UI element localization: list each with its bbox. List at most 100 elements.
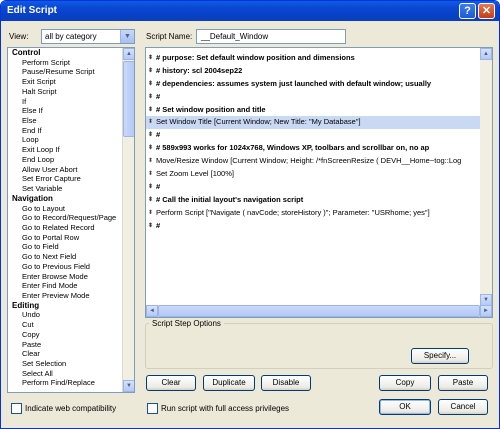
steps-scroll-thumb[interactable] <box>123 61 134 137</box>
script-name-value: __Default_Window <box>201 32 269 41</box>
step-item[interactable]: Allow User Abort <box>8 165 122 175</box>
step-item[interactable]: End Loop <box>8 155 122 165</box>
script-line-text: # Set window position and title <box>156 104 266 114</box>
move-handle-icon[interactable]: ⬍ <box>148 65 153 78</box>
script-line[interactable]: ⬍ # <box>146 91 492 104</box>
help-icon[interactable]: ? <box>459 3 476 19</box>
full-access-label: Run script with full access privileges <box>161 404 290 413</box>
ok-button[interactable]: OK <box>379 399 431 415</box>
scroll-up-icon[interactable]: ▲ <box>123 48 134 60</box>
move-handle-icon[interactable]: ⬍ <box>148 142 153 155</box>
chevron-down-icon[interactable]: ▼ <box>120 30 134 43</box>
scroll-right-icon[interactable]: ► <box>480 305 492 317</box>
specify-button[interactable]: Specify... <box>411 348 469 364</box>
script-editor[interactable]: ⬍ # purpose: Set default window position … <box>145 47 493 318</box>
move-handle-icon[interactable]: ⬍ <box>148 155 153 168</box>
step-item[interactable]: Select All <box>8 369 122 379</box>
move-handle-icon[interactable]: ⬍ <box>148 129 153 142</box>
move-handle-icon[interactable]: ⬍ <box>148 116 153 129</box>
step-item[interactable]: Pause/Resume Script <box>8 67 122 77</box>
script-line[interactable]: ⬍ # Set window position and title <box>146 104 492 117</box>
cancel-button[interactable]: Cancel <box>438 399 488 415</box>
script-steps-list[interactable]: Control Perform Script Pause/Resume Script… <box>7 47 135 393</box>
script-line[interactable]: ⬍ # <box>146 181 492 194</box>
step-item[interactable]: Go to Next Field <box>8 252 122 262</box>
script-line-text: # <box>156 91 161 101</box>
script-line[interactable]: ⬍ Set Window Title [Current Window; New T… <box>146 116 492 130</box>
step-item[interactable]: Undo <box>8 310 122 320</box>
step-item[interactable]: If <box>8 97 122 107</box>
title-bar[interactable]: Edit Script ? ✕ <box>1 1 499 21</box>
full-access-checkbox[interactable] <box>147 403 158 414</box>
script-line-text: # history: scl 2004sep22 <box>156 65 243 75</box>
script-line[interactable]: ⬍ # 589x993 works for 1024x768, Windows X… <box>146 142 492 155</box>
script-line[interactable]: ⬍ Move/Resize Window [Current Window; Hei… <box>146 155 492 168</box>
move-handle-icon[interactable]: ⬍ <box>148 91 153 104</box>
script-horizontal-scrollbar[interactable]: ◄ ► <box>146 305 492 317</box>
script-line-text: # purpose: Set default window position a… <box>156 53 355 62</box>
step-item[interactable]: Clear <box>8 349 122 359</box>
step-item[interactable]: Else <box>8 116 122 126</box>
step-item[interactable]: Perform Find/Replace <box>8 378 122 388</box>
script-lines: ⬍ # purpose: Set default window position … <box>146 52 492 232</box>
step-item[interactable]: Halt Script <box>8 87 122 97</box>
script-line[interactable]: ⬍ # Call the initial layout's navigation … <box>146 194 492 207</box>
web-compat-checkbox[interactable] <box>11 403 22 414</box>
script-line-text: # <box>156 181 161 191</box>
script-hscroll-thumb[interactable] <box>158 305 480 317</box>
step-item[interactable]: Go to Related Record <box>8 223 122 233</box>
duplicate-button[interactable]: Duplicate <box>203 375 255 391</box>
move-handle-icon[interactable]: ⬍ <box>148 52 153 65</box>
step-item[interactable]: Go to Layout <box>8 204 122 214</box>
step-item[interactable]: Perform Script <box>8 58 122 68</box>
move-handle-icon[interactable]: ⬍ <box>148 194 153 207</box>
step-item[interactable]: Enter Preview Mode <box>8 291 122 301</box>
script-name-field[interactable]: __Default_Window <box>196 29 346 44</box>
step-item[interactable]: Cut <box>8 320 122 330</box>
step-item[interactable]: Go to Field <box>8 242 122 252</box>
paste-button[interactable]: Paste <box>438 375 488 391</box>
step-item[interactable]: Go to Previous Field <box>8 262 122 272</box>
step-item[interactable]: Go to Portal Row <box>8 233 122 243</box>
step-item[interactable]: Copy <box>8 330 122 340</box>
script-line[interactable]: ⬍ # dependencies: assumes system just lau… <box>146 78 492 91</box>
scroll-left-icon[interactable]: ◄ <box>146 305 158 317</box>
move-handle-icon[interactable]: ⬍ <box>148 220 153 233</box>
step-item[interactable]: Exit Script <box>8 77 122 87</box>
step-item[interactable]: End If <box>8 126 122 136</box>
script-line[interactable]: ⬍ # purpose: Set default window position … <box>146 52 492 65</box>
step-item[interactable]: Set Error Capture <box>8 174 122 184</box>
script-line[interactable]: ⬍ Perform Script ["Navigate ( navCode; st… <box>146 207 492 220</box>
move-handle-icon[interactable]: ⬍ <box>148 207 153 220</box>
step-item[interactable]: Go to Record/Request/Page <box>8 213 122 223</box>
copy-button[interactable]: Copy <box>379 375 431 391</box>
script-line[interactable]: ⬍ # <box>146 129 492 142</box>
scroll-down-icon[interactable]: ▼ <box>123 380 134 392</box>
step-item[interactable]: Else If <box>8 106 122 116</box>
move-handle-icon[interactable]: ⬍ <box>148 181 153 194</box>
script-line-text: Set Window Title [Current Window; New Ti… <box>156 117 361 127</box>
move-handle-icon[interactable]: ⬍ <box>148 104 153 117</box>
step-item[interactable]: Loop <box>8 135 122 145</box>
step-item[interactable]: Exit Loop If <box>8 145 122 155</box>
script-vertical-scrollbar[interactable]: ▲ ▼ <box>480 48 492 306</box>
view-dropdown[interactable]: all by category ▼ <box>41 29 135 44</box>
step-category: Control <box>12 48 41 57</box>
close-icon[interactable]: ✕ <box>478 3 495 19</box>
script-line[interactable]: ⬍ Set Zoom Level [100%] <box>146 168 492 181</box>
step-item[interactable]: Set Selection <box>8 359 122 369</box>
move-handle-icon[interactable]: ⬍ <box>148 78 153 91</box>
disable-button[interactable]: Disable <box>261 375 311 391</box>
step-item[interactable]: Enter Browse Mode <box>8 272 122 282</box>
script-line[interactable]: ⬍ # <box>146 220 492 233</box>
step-item[interactable]: Paste <box>8 340 122 350</box>
scroll-up-icon[interactable]: ▲ <box>480 48 492 60</box>
step-item[interactable]: Enter Find Mode <box>8 281 122 291</box>
steps-scrollbar[interactable]: ▲ ▼ <box>122 48 134 392</box>
move-handle-icon[interactable]: ⬍ <box>148 168 153 181</box>
clear-button[interactable]: Clear <box>146 375 196 391</box>
script-line[interactable]: ⬍ # history: scl 2004sep22 <box>146 65 492 78</box>
step-item[interactable]: Set Variable <box>8 184 122 194</box>
script-line-text: # dependencies: assumes system just laun… <box>156 78 432 88</box>
edit-script-dialog: Edit Script ? ✕ View: all by category ▼ … <box>0 0 500 429</box>
